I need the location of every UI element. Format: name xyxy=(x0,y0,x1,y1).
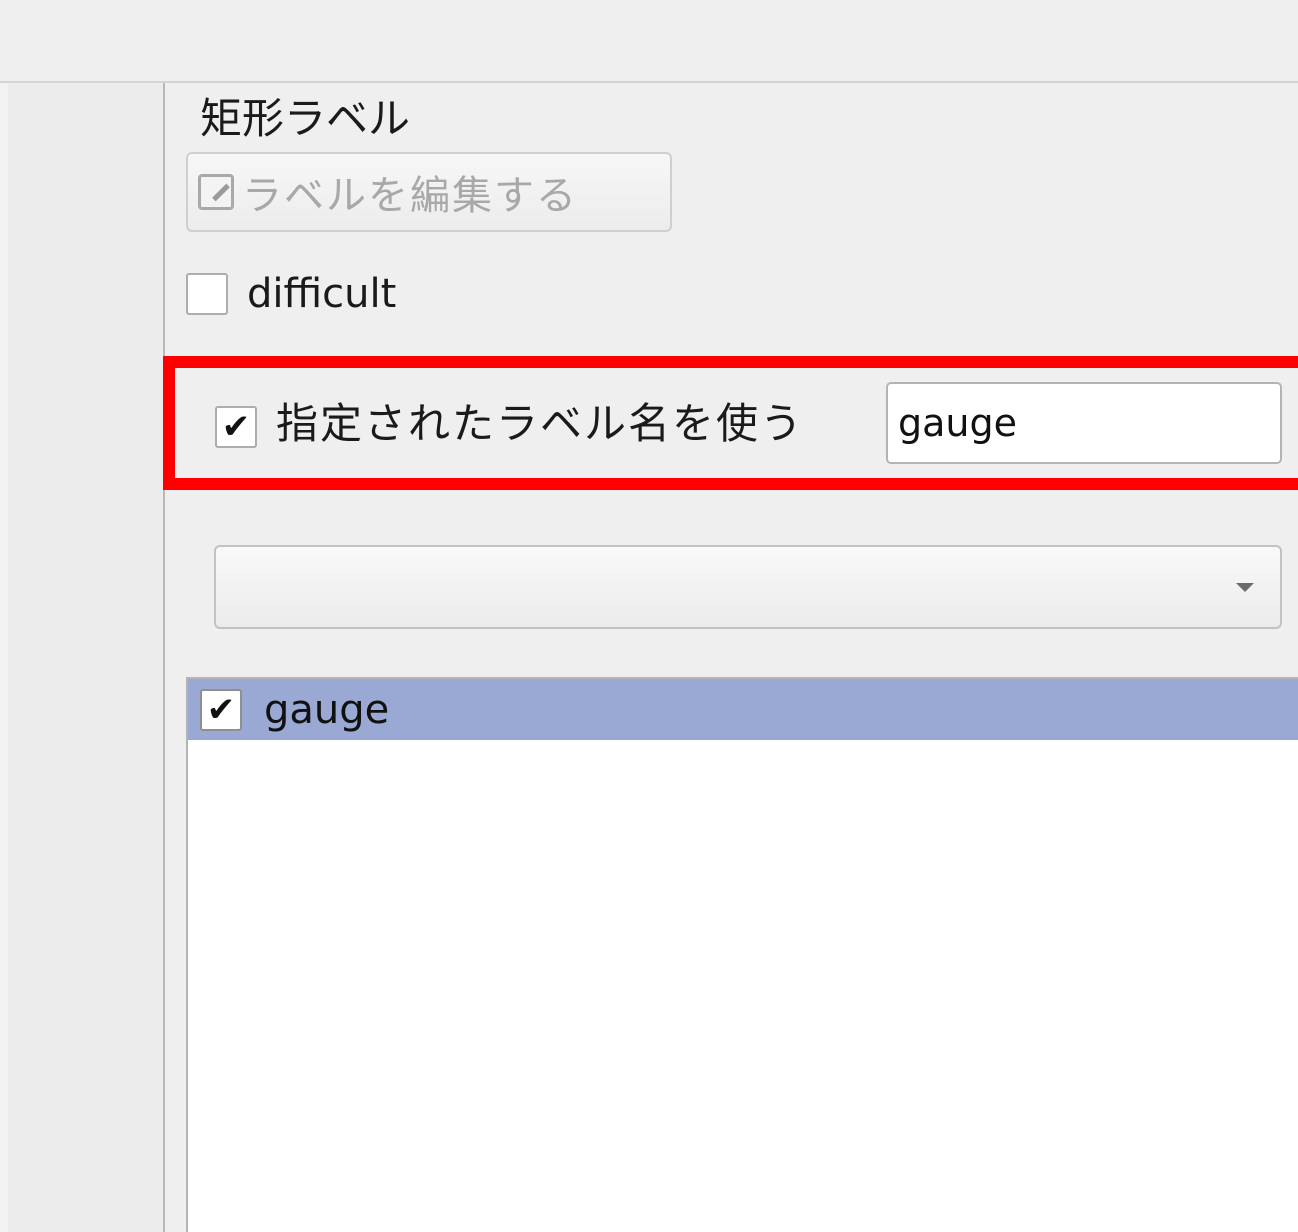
chevron-down-icon[interactable] xyxy=(1236,583,1254,592)
canvas-area xyxy=(0,83,165,1232)
use-default-label-checkbox[interactable]: ✔ xyxy=(215,406,257,448)
list-item[interactable]: ✔ gauge xyxy=(188,679,1298,740)
label-list[interactable]: ✔ gauge xyxy=(186,677,1298,1232)
edit-icon xyxy=(198,174,234,210)
canvas-edge xyxy=(0,83,8,1232)
default-label-input[interactable] xyxy=(886,382,1282,464)
list-item-label: gauge xyxy=(264,686,390,733)
list-item-checkbox[interactable]: ✔ xyxy=(200,688,242,731)
difficult-checkbox[interactable] xyxy=(186,273,228,315)
edit-label-button[interactable]: ラベルを編集する xyxy=(186,152,672,232)
label-filter-combobox[interactable] xyxy=(214,545,1282,629)
edit-label-button-text: ラベルを編集する xyxy=(242,173,578,219)
difficult-label: difficult xyxy=(247,271,397,317)
top-toolbar xyxy=(0,0,1298,83)
use-default-label-text: 指定されたラベル名を使う xyxy=(276,399,805,448)
dock-title: 矩形ラベル xyxy=(200,94,411,143)
